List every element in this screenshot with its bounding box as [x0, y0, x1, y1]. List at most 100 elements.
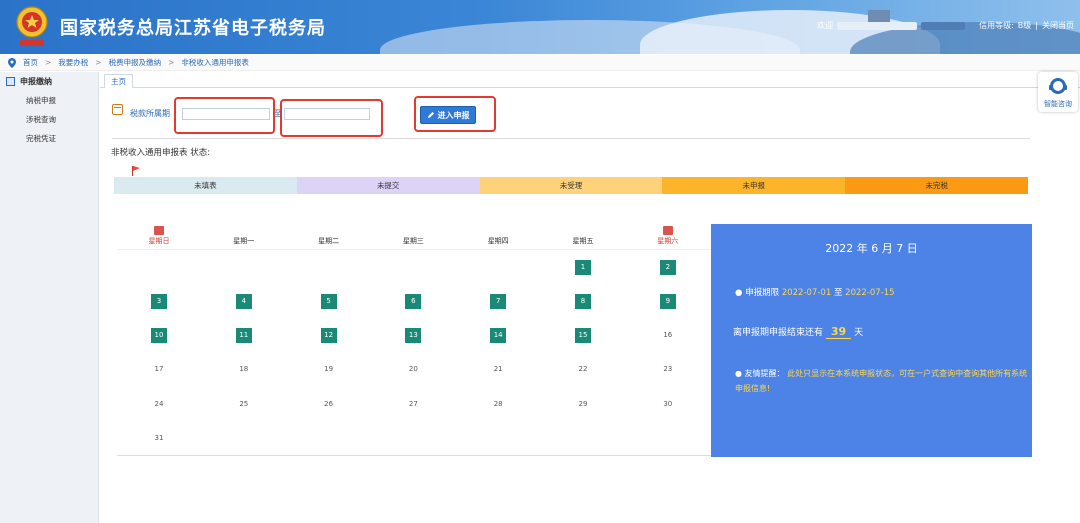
- calendar-icon: [112, 104, 123, 115]
- calendar-day[interactable]: 18: [202, 362, 286, 377]
- calendar-day[interactable]: 31: [117, 431, 201, 446]
- user-id-redacted: [921, 21, 966, 30]
- calendar-weekday-header: 星期日 星期一 星期二 星期三 星期四 星期五 星期六: [117, 226, 711, 250]
- calendar-day[interactable]: 21: [456, 362, 540, 377]
- calendar-day[interactable]: 23: [626, 362, 710, 377]
- annotation-box-start: [174, 97, 275, 134]
- flag-icon: [132, 166, 140, 176]
- sidebar-item-query[interactable]: 涉税查询: [0, 106, 98, 125]
- legend-status-4: 未完税: [845, 177, 1028, 194]
- breadcrumb-home[interactable]: 首页: [23, 57, 38, 68]
- sidebar-heading[interactable]: 申报缴纳: [0, 72, 98, 87]
- tab-home[interactable]: 主页: [104, 74, 133, 88]
- calendar-day[interactable]: 19: [287, 362, 371, 377]
- calendar-day[interactable]: 11: [202, 328, 286, 343]
- weekend-marker-icon: [663, 226, 674, 235]
- calendar-day[interactable]: 25: [202, 397, 286, 412]
- calendar-day[interactable]: 9: [626, 294, 710, 309]
- smart-consult-label: 智能咨询: [1044, 100, 1072, 108]
- calendar-day[interactable]: 2: [626, 260, 710, 275]
- legend-status-2: 未受理: [479, 177, 663, 194]
- calendar-day[interactable]: 16: [626, 328, 710, 343]
- calendar-day[interactable]: 1: [541, 260, 625, 275]
- tax-emblem-icon: [16, 6, 48, 46]
- calendar-day[interactable]: 5: [287, 294, 371, 309]
- breadcrumb-tax-handling[interactable]: 我要办税: [58, 57, 88, 68]
- calendar-day-highlighted: 12: [320, 328, 337, 343]
- close-page-link[interactable]: 关闭当页: [1042, 20, 1074, 31]
- calendar-day[interactable]: 8: [541, 294, 625, 309]
- calendar-day[interactable]: 28: [456, 397, 540, 412]
- calendar-day-highlighted: 5: [320, 294, 337, 309]
- site-title: 国家税务总局江苏省电子税务局: [60, 18, 326, 39]
- calendar-day[interactable]: 26: [287, 397, 371, 412]
- calendar-day-highlighted: 15: [575, 328, 591, 343]
- calendar-day[interactable]: 20: [371, 362, 455, 377]
- annotation-box-end: [280, 99, 383, 137]
- status-title: 非税收入通用申报表 状态:: [111, 148, 211, 158]
- legend-status-3: 未申报: [662, 177, 846, 194]
- calendar-day[interactable]: 14: [456, 328, 540, 343]
- period-label: 税款所属期: [130, 109, 170, 118]
- calendar-day-highlighted: 6: [405, 294, 422, 309]
- sidebar-item-declaration[interactable]: 纳税申报: [0, 87, 98, 106]
- countdown: 离申报期申报结束还有 39 天: [733, 325, 863, 339]
- location-pin-icon: [8, 57, 16, 68]
- calendar-day[interactable]: 12: [287, 328, 371, 343]
- declaration-period: ● 申报期限 2022-07-01 至 2022-07-15: [735, 286, 895, 298]
- countdown-value: 39: [825, 325, 852, 339]
- calendar-day[interactable]: 15: [541, 328, 625, 343]
- breadcrumb-separator: >: [95, 58, 102, 67]
- user-info: 欢迎 信用等级: B级 | 关闭当页: [817, 20, 1074, 31]
- credit-value: B级: [1017, 21, 1032, 30]
- friendly-reminder: ● 友情提醒： 此处只显示在本系统申报状态，可在一户式查询中查询其他所有系统申报…: [735, 366, 1029, 396]
- menu-square-icon: [6, 77, 15, 86]
- calendar-day[interactable]: 17: [117, 362, 201, 377]
- divider: [112, 138, 1030, 139]
- calendar-day[interactable]: 30: [626, 397, 710, 412]
- calendar: 星期日 星期一 星期二 星期三 星期四 星期五 星期六 1 2 3 4 5 6 7 8 9 10 11 12 13 1…: [117, 222, 711, 458]
- weekday-label: 星期四: [487, 237, 509, 245]
- smart-consult-widget[interactable]: 智能咨询: [1038, 72, 1078, 112]
- calendar-day[interactable]: 10: [117, 328, 201, 343]
- breadcrumb-separator: >: [168, 58, 175, 67]
- breadcrumb-declaration[interactable]: 税费申报及缴纳: [109, 57, 162, 68]
- calendar-day-highlighted: 11: [235, 328, 252, 343]
- status-legend: 未填表 未提交 未受理 未申报 未完税: [114, 177, 1028, 194]
- info-panel: 2022 年 6 月 7 日 ● 申报期限 2022-07-01 至 2022-…: [711, 224, 1032, 457]
- legend-status-1: 未提交: [296, 177, 480, 194]
- calendar-day[interactable]: 6: [371, 294, 455, 309]
- calendar-day[interactable]: 24: [117, 397, 201, 412]
- calendar-day[interactable]: 7: [456, 294, 540, 309]
- calendar-day-highlighted: 10: [151, 328, 167, 343]
- calendar-day-highlighted: 3: [151, 294, 167, 309]
- calendar-day[interactable]: 3: [117, 294, 201, 309]
- calendar-day-highlighted: 9: [659, 294, 676, 309]
- calendar-day[interactable]: 4: [202, 294, 286, 309]
- site-header: 国家税务总局江苏省电子税务局 欢迎 信用等级: B级 | 关闭当页: [0, 0, 1080, 54]
- calendar-day-highlighted: 1: [575, 260, 591, 275]
- weekday-label: 星期六: [657, 237, 679, 245]
- reminder-label: ● 友情提醒：: [735, 369, 785, 378]
- period-end-date: 2022-07-15: [845, 288, 895, 298]
- weekend-marker-icon: [154, 226, 165, 235]
- header-separator: |: [1035, 21, 1038, 30]
- weekday-label: 星期三: [402, 237, 424, 245]
- sidebar-heading-label: 申报缴纳: [20, 77, 52, 86]
- weekday-label: 星期二: [318, 237, 340, 245]
- tab-strip: 主页: [100, 74, 1080, 88]
- calendar-day[interactable]: 29: [541, 397, 625, 412]
- calendar-day[interactable]: 13: [371, 328, 455, 343]
- calendar-day[interactable]: 22: [541, 362, 625, 377]
- calendar-day[interactable]: 27: [371, 397, 455, 412]
- countdown-prefix: 离申报期申报结束还有: [733, 328, 824, 338]
- period-to-text: 至: [833, 288, 843, 298]
- weekday-label: 星期一: [233, 237, 255, 245]
- sidebar: 申报缴纳 纳税申报 涉税查询 完税凭证: [0, 72, 99, 523]
- legend-status-0: 未填表: [114, 177, 297, 194]
- calendar-day-highlighted: 13: [405, 328, 422, 343]
- current-date: 2022 年 6 月 7 日: [825, 242, 918, 255]
- sidebar-item-certificate[interactable]: 完税凭证: [0, 125, 98, 144]
- countdown-suffix: 天: [854, 328, 864, 338]
- weekday-label: 星期五: [572, 237, 594, 245]
